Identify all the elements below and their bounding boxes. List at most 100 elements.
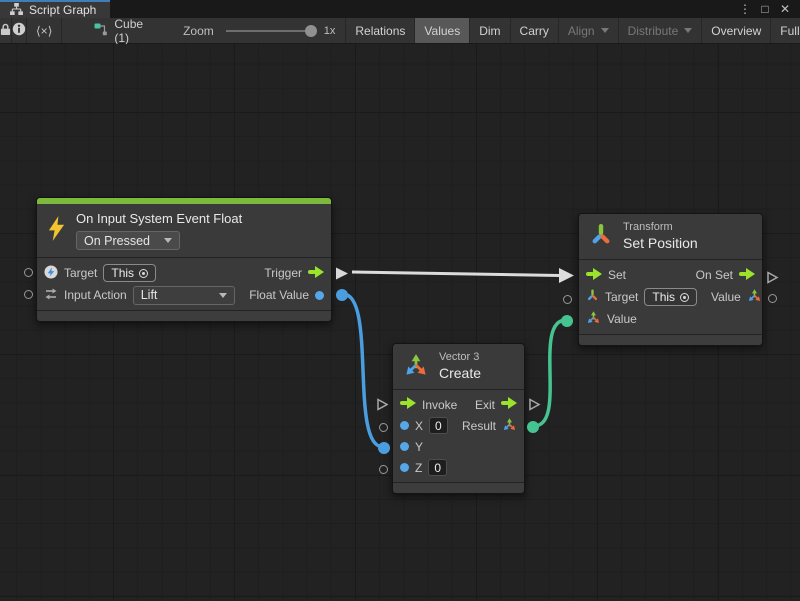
carry-button[interactable]: Carry <box>511 18 559 43</box>
input-action-icon <box>44 287 58 304</box>
distribute-label: Distribute <box>628 24 679 38</box>
node-header: On Input System Event Float On Pressed <box>37 204 331 257</box>
graph-asset-icon <box>94 23 108 39</box>
port-trigger-output[interactable] <box>335 267 349 283</box>
port-on-set-output[interactable] <box>766 271 779 287</box>
node-on-input-system-event-float[interactable]: On Input System Event Float On Pressed <box>36 197 332 322</box>
fullscreen-button[interactable]: Full Screen <box>771 18 800 43</box>
flow-arrow-icon <box>739 268 755 283</box>
on-set-label: On Set <box>696 268 733 282</box>
dim-button[interactable]: Dim <box>470 18 510 43</box>
tab-bar: Script Graph ⋮ □ ✕ <box>0 0 800 18</box>
node-title: Set Position <box>623 234 698 252</box>
distribute-button[interactable]: Distribute <box>619 18 703 43</box>
close-icon[interactable]: ✕ <box>776 2 794 16</box>
node-transform-set-position[interactable]: Transform Set Position Set On Set <box>578 213 763 346</box>
node-title: On Input System Event Float <box>76 210 242 227</box>
port-y-input[interactable] <box>378 442 390 454</box>
port-value-input[interactable] <box>561 315 573 327</box>
x-value-field[interactable]: 0 <box>429 417 448 434</box>
hierarchy-icon <box>10 3 23 18</box>
unity-script-graph-window: Script Graph ⋮ □ ✕ <box>0 0 800 601</box>
z-value-field[interactable]: 0 <box>428 459 447 476</box>
vector3-icon <box>747 288 762 306</box>
zoom-control: Zoom 1x <box>183 18 345 43</box>
vector3-icon <box>403 352 429 381</box>
graph-ref-label: Cube (1) <box>114 17 143 45</box>
relations-button[interactable]: Relations <box>345 18 415 43</box>
maximize-icon[interactable]: □ <box>756 2 774 16</box>
align-label: Align <box>568 24 595 38</box>
row-invoke-exit: Invoke Exit <box>400 394 517 415</box>
node-title: Create <box>439 364 481 382</box>
float-type-dot-icon <box>400 463 409 472</box>
row-input-action: Input Action Lift Float Value <box>44 284 324 306</box>
row-set: Set On Set <box>586 264 755 286</box>
port-input-action-input[interactable] <box>24 290 33 299</box>
value-input-label: Value <box>607 312 637 326</box>
target-object-field[interactable]: This <box>103 264 156 282</box>
row-y: Y <box>400 436 517 457</box>
row-target: Target This Trigger <box>44 262 324 284</box>
y-label: Y <box>415 440 423 454</box>
values-button[interactable]: Values <box>415 18 470 43</box>
float-type-dot-icon <box>400 421 409 430</box>
tab-script-graph[interactable]: Script Graph <box>0 0 110 18</box>
target-object-field[interactable]: This <box>644 288 697 306</box>
wire-arrowhead <box>559 268 574 283</box>
event-mode-value: On Pressed <box>84 234 150 248</box>
port-result-output[interactable] <box>527 421 539 433</box>
port-target-input[interactable] <box>24 268 33 277</box>
node-footer <box>37 310 331 321</box>
menu-icon[interactable]: ⋮ <box>736 2 754 16</box>
node-type-label: Vector 3 <box>439 350 481 364</box>
zoom-handle[interactable] <box>305 25 317 37</box>
vector3-icon <box>586 310 601 328</box>
event-mode-dropdown[interactable]: On Pressed <box>76 231 180 250</box>
flow-arrow-icon <box>308 266 324 281</box>
overview-button[interactable]: Overview <box>702 18 771 43</box>
port-exit-output[interactable] <box>528 398 541 414</box>
graph-toolbar: ⟨×⟩ Cube (1) Zoom 1x Relations Values Di… <box>0 18 800 44</box>
transform-icon <box>589 223 613 250</box>
value-output-label: Value <box>711 290 741 304</box>
zoom-slider[interactable] <box>226 30 312 32</box>
graph-breadcrumb[interactable]: Cube (1) <box>84 18 153 43</box>
target-label: Target <box>64 266 97 280</box>
flow-arrow-icon <box>400 397 416 412</box>
float-type-dot-icon <box>315 291 324 300</box>
node-header: Vector 3 Create <box>393 344 524 389</box>
inspect-button[interactable] <box>12 18 27 43</box>
node-footer <box>393 482 524 493</box>
zoom-value: 1x <box>324 25 336 37</box>
object-picker-icon[interactable] <box>139 269 148 278</box>
port-float-value-output[interactable] <box>336 289 348 301</box>
port-invoke-input[interactable] <box>376 398 389 414</box>
input-action-value: Lift <box>141 288 158 302</box>
wire-floatvalue-to-y[interactable] <box>343 294 383 447</box>
object-picker-icon[interactable] <box>680 293 689 302</box>
port-value-output[interactable] <box>768 294 777 303</box>
invoke-label: Invoke <box>422 398 457 412</box>
row-x: X 0 Result <box>400 415 517 436</box>
chevron-down-icon <box>164 238 172 243</box>
port-target-input[interactable] <box>563 295 572 304</box>
port-x-input[interactable] <box>379 423 388 432</box>
node-vector3-create[interactable]: Vector 3 Create Invoke Exit <box>392 343 525 494</box>
input-action-dropdown[interactable]: Lift <box>133 286 235 305</box>
vector3-icon <box>502 417 517 435</box>
node-type-label: Transform <box>623 220 698 234</box>
wire-trigger-to-set[interactable] <box>352 272 560 276</box>
target-value: This <box>652 290 675 304</box>
code-preview-button[interactable]: ⟨×⟩ <box>27 18 62 43</box>
zoom-label: Zoom <box>183 24 214 38</box>
node-body: Set On Set <box>579 259 762 334</box>
graph-canvas[interactable]: On Input System Event Float On Pressed <box>0 44 800 601</box>
tab-title: Script Graph <box>29 3 96 17</box>
window-controls: ⋮ □ ✕ <box>736 0 800 18</box>
node-header: Transform Set Position <box>579 214 762 259</box>
lock-button[interactable] <box>0 18 12 43</box>
float-value-label: Float Value <box>249 288 309 302</box>
align-button[interactable]: Align <box>559 18 619 43</box>
port-z-input[interactable] <box>379 465 388 474</box>
